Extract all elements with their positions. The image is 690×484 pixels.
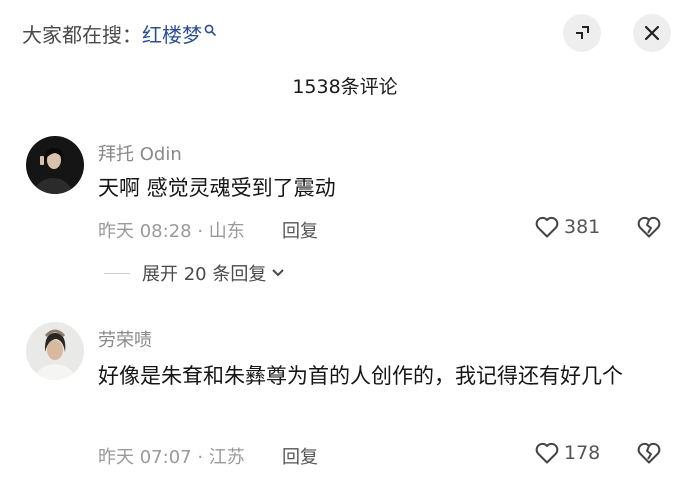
expand-replies-button[interactable]: 展开 20 条回复 [104, 260, 286, 286]
comment-time-location: 昨天 08:28 · 山东 [98, 221, 245, 242]
heart-icon [535, 216, 559, 238]
collapse-icon [576, 26, 589, 39]
comment-username[interactable]: 劳荣啧 [98, 326, 152, 352]
expand-replies-label: 展开 20 条回复 [142, 264, 267, 285]
comment-time-location: 昨天 07:07 · 江苏 [98, 447, 245, 468]
top-bar: 大家都在搜：红楼梦 [0, 0, 690, 64]
comments-count-title: 1538条评论 [292, 76, 398, 98]
broken-heart-icon [637, 442, 661, 464]
trending-search-prefix: 大家都在搜： [22, 23, 142, 47]
divider-line [104, 272, 130, 274]
chevron-down-icon [272, 269, 285, 277]
search-icon [204, 24, 216, 36]
like-count: 381 [564, 216, 601, 238]
broken-heart-icon [637, 216, 661, 238]
close-button[interactable] [633, 14, 671, 52]
reply-button[interactable]: 回复 [282, 217, 318, 243]
trending-search-keyword[interactable]: 红楼梦 [142, 23, 202, 47]
dislike-button[interactable] [636, 441, 662, 469]
collapse-button[interactable] [563, 14, 601, 52]
like-button[interactable]: 381 [534, 215, 600, 239]
close-icon [644, 25, 660, 41]
heart-icon [535, 442, 559, 464]
comment-username[interactable]: 拜托 Odin [98, 140, 182, 166]
comment-text: 好像是朱耷和朱彝尊为首的人创作的，我记得还有好几个 [98, 364, 623, 388]
like-button[interactable]: 178 [534, 441, 600, 465]
avatar[interactable] [26, 322, 84, 380]
comment-text: 天啊 感觉灵魂受到了震动 [98, 176, 336, 200]
like-count: 178 [564, 442, 601, 464]
reply-button[interactable]: 回复 [282, 443, 318, 469]
avatar[interactable] [26, 136, 84, 194]
trending-search-hint[interactable]: 大家都在搜：红楼梦 [22, 19, 216, 48]
dislike-button[interactable] [636, 215, 662, 243]
